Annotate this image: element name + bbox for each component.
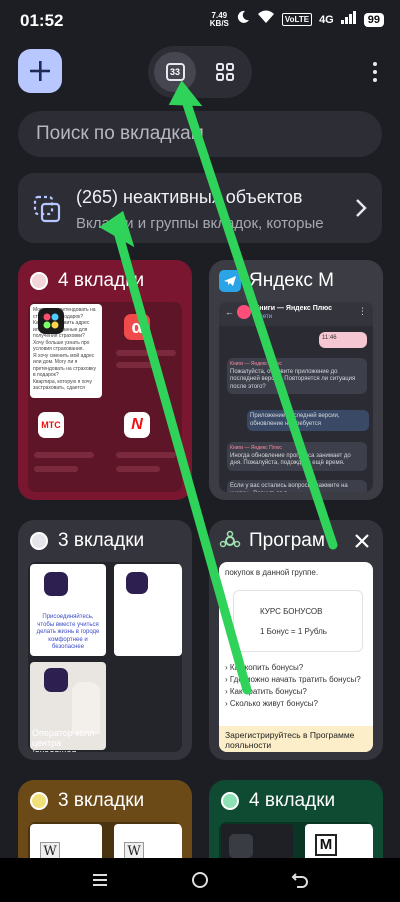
card-header: Яндекс М (209, 260, 383, 302)
tab-search-input[interactable]: Поиск по вкладкам (18, 111, 382, 157)
back-nav-icon[interactable] (290, 870, 310, 890)
inactive-tabs-card[interactable]: (265) неактивных объектов Вкладки и груп… (18, 173, 382, 243)
group-color-dot (221, 792, 239, 810)
status-icons: 7.49 KB/S VoLTE 4G 99 (210, 10, 384, 29)
preview-caption: Оператор колл-центра (входящая (32, 728, 98, 752)
card-header: 3 вкладки (18, 780, 192, 822)
chat-header: ← Книги — Яндекс Плюс в сети ⋮ (219, 302, 373, 326)
volte-badge: VoLTE (281, 13, 313, 26)
status-bar: 01:52 7.49 KB/S VoLTE 4G 99 (0, 0, 400, 40)
chat-message: Если у вас остались вопросы, нажмите на … (227, 480, 367, 492)
m-logo-icon: M (315, 834, 337, 856)
tab-card-telegram[interactable]: Яндекс М ← Книги — Яндекс Плюс в сети ⋮ … (209, 260, 383, 500)
tab-count-button[interactable]: 33 (154, 52, 196, 92)
card-preview: покупок в данной группе. КУРС БОНУСОВ 1 … (219, 562, 373, 752)
card-preview: Могу ли я претендовать на страховку и по… (28, 302, 182, 492)
search-placeholder: Поиск по вкладкам (36, 123, 204, 144)
chat-bubble: 11:46 (319, 332, 367, 348)
tab-group-card-1[interactable]: 4 вкладки Могу ли я претендовать на стра… (18, 260, 192, 500)
card-header: 4 вкладки (209, 780, 383, 822)
system-nav-bar (0, 858, 400, 902)
card-title: 3 вкладки (58, 790, 145, 811)
card-header: 3 вкладки (18, 520, 192, 562)
preview-page (114, 564, 182, 656)
chat-message: Книги — Яндекс Плюс Иногда обновление пр… (227, 442, 367, 471)
tab-group-card-3[interactable]: 3 вкладки Присоединяйтесь, чтобы вместе … (18, 520, 192, 760)
status-time: 01:52 (20, 11, 64, 30)
moon-icon (236, 10, 250, 29)
group-color-dot (30, 272, 48, 290)
favicon-icon (219, 530, 241, 548)
faq-item[interactable]: › Как тратить бонусы? (225, 686, 361, 698)
network-type: 4G (319, 13, 334, 26)
mts-icon: МТС (38, 412, 64, 438)
card-header: 4 вкладки (18, 260, 192, 302)
preview-page: Присоединяйтесь, чтобы вместе учиться де… (30, 564, 106, 656)
faq-item[interactable]: › Сколько живут бонусы? (225, 698, 361, 710)
wifi-icon (257, 10, 275, 29)
group-color-dot (30, 532, 48, 550)
card-title: 4 вкладки (249, 790, 336, 811)
chat-message: Книги — Яндекс Плюс Пожалуйста, обновите… (227, 358, 367, 394)
tab-card-program[interactable]: Програм покупок в данной группе. КУРС БО… (209, 520, 383, 760)
signal-bars-icon (340, 10, 357, 29)
alfa-icon: α (124, 314, 150, 340)
card-preview: Присоединяйтесь, чтобы вместе учиться де… (28, 562, 182, 752)
network-speed: 7.49 KB/S (209, 10, 229, 28)
bonus-box: КУРС БОНУСОВ 1 Бонус = 1 Рубль (233, 590, 363, 652)
menu-nav-icon[interactable] (90, 870, 110, 890)
faq-item[interactable]: › Где можно начать тратить бонусы? (225, 674, 361, 686)
faq-item[interactable]: › Как копить бонусы? (225, 662, 361, 674)
grid-icon (216, 63, 234, 81)
chevron-right-icon (356, 199, 367, 217)
card-title: Програм (249, 530, 325, 551)
faq-list: › Как копить бонусы? › Где можно начать … (225, 662, 361, 710)
new-tab-button[interactable] (18, 49, 62, 93)
group-color-dot (30, 792, 48, 810)
register-banner[interactable]: Зарегистрируйтесь в Программе лояльности (219, 726, 373, 752)
app-icon-dots (38, 308, 64, 334)
close-icon[interactable] (351, 530, 373, 552)
home-nav-icon[interactable] (190, 870, 210, 890)
tab-count: 33 (165, 63, 185, 81)
card-header: Програм (209, 520, 383, 562)
card-title: 3 вкладки (58, 530, 145, 551)
copy-tabs-icon (33, 195, 61, 223)
card-preview: ← Книги — Яндекс Плюс в сети ⋮ 11:46 Кни… (219, 302, 373, 492)
inactive-title: (265) неактивных объектов (76, 187, 303, 207)
tab-view-switcher: 33 (148, 46, 252, 98)
chat-message: Приложение последней версии, обновление … (247, 410, 369, 431)
tab-groups-button[interactable] (204, 52, 246, 92)
battery-icon: 99 (363, 12, 384, 27)
inactive-subtitle: Вкладки и группы вкладок, которые (76, 215, 324, 232)
telegram-icon (219, 270, 241, 292)
plus-icon (30, 61, 50, 81)
card-title: 4 вкладки (58, 270, 145, 291)
more-vert-icon[interactable] (364, 58, 386, 86)
card-title: Яндекс М (249, 270, 334, 291)
n-icon: N (124, 412, 150, 438)
